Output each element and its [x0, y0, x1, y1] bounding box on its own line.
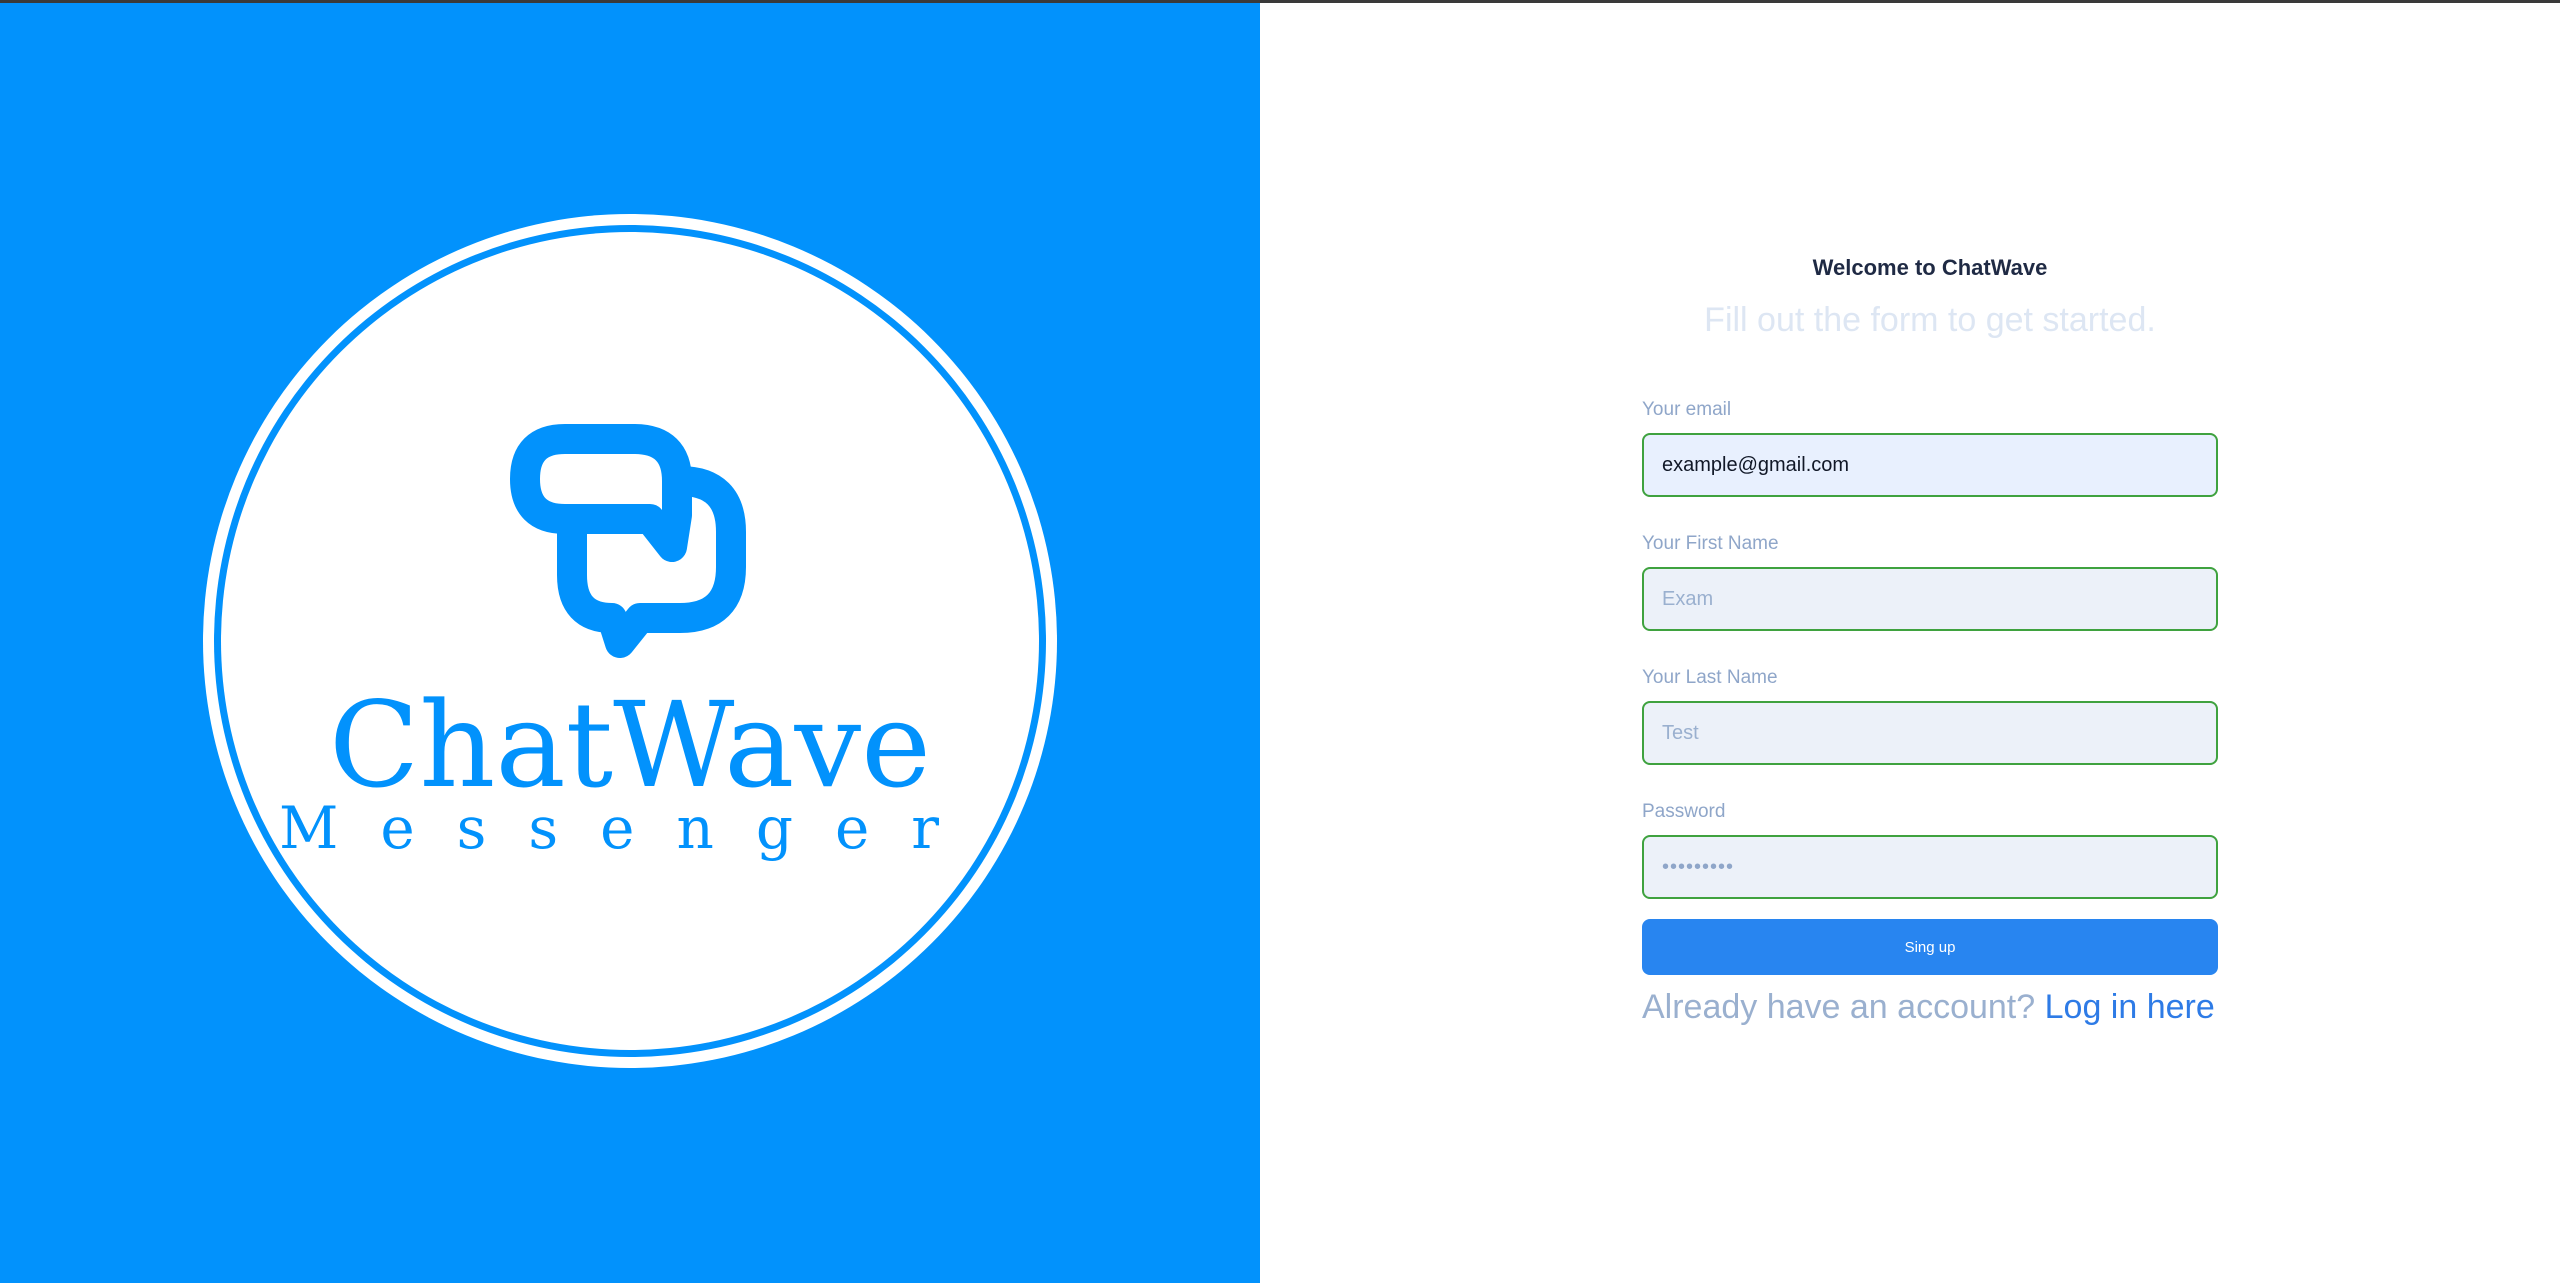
welcome-heading: Welcome to ChatWave [1812, 255, 2048, 280]
email-label: Your email [1642, 399, 1732, 420]
last-name-field[interactable] [1642, 701, 2218, 765]
signup-button[interactable]: Sing up [1642, 919, 2218, 975]
login-prompt-line: Already have an account? Log in here [1642, 988, 2218, 1027]
password-label: Password [1642, 801, 1726, 822]
last-name-label: Your Last Name [1642, 667, 1778, 688]
brand-logo: ChatWave Messenger [203, 214, 1057, 1068]
first-name-field[interactable] [1642, 567, 2218, 631]
password-field[interactable] [1642, 835, 2218, 899]
first-name-label: Your First Name [1642, 533, 1779, 554]
login-prompt-text: Already have an account? [1642, 988, 2036, 1026]
login-link[interactable]: Log in here [2045, 988, 2215, 1026]
email-field[interactable] [1642, 433, 2218, 497]
brand-panel: ChatWave Messenger [0, 3, 1260, 1283]
brand-tagline: Messenger [279, 794, 981, 862]
signup-panel: Welcome to ChatWave Fill out the form to… [1260, 3, 2560, 1283]
form-subtitle: Fill out the form to get started. [1704, 301, 2156, 339]
